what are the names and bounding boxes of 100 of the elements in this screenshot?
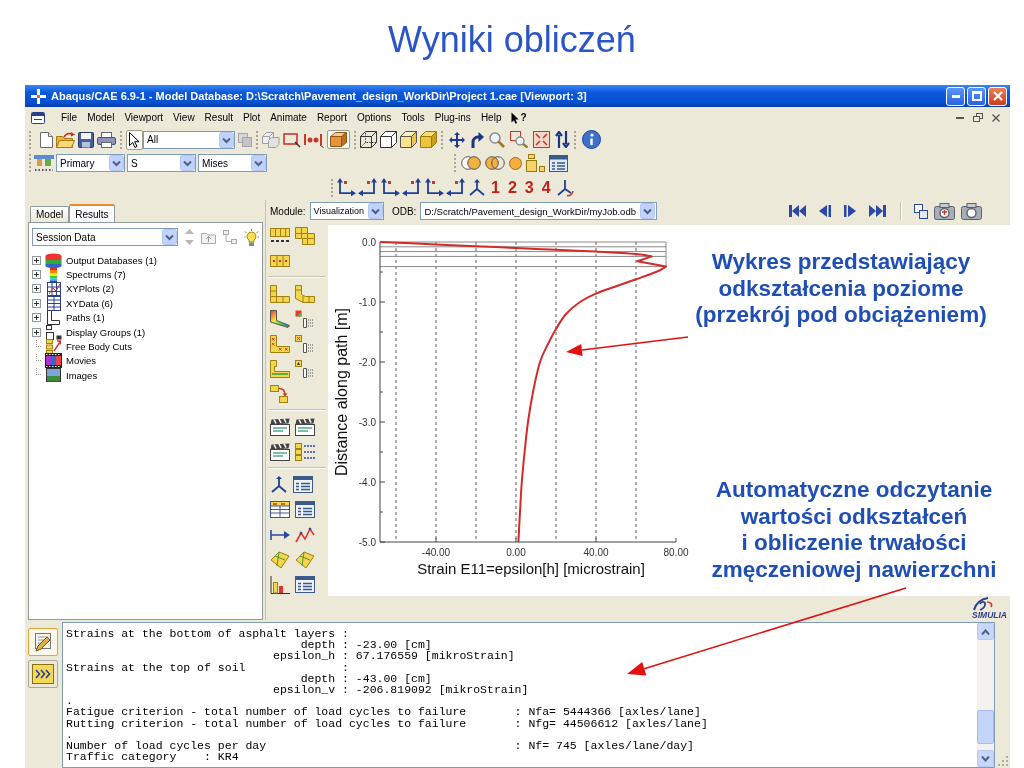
folder-up-icon[interactable]	[201, 230, 216, 244]
box-zoom-icon[interactable]	[510, 131, 528, 148]
expander-icon[interactable]	[32, 270, 41, 280]
axis-view-icon[interactable]	[358, 178, 378, 197]
tree-item[interactable]: XYPlots (2)	[66, 283, 115, 295]
tree-nodes-icon[interactable]	[223, 230, 237, 244]
view-button[interactable]: 4	[538, 178, 554, 197]
menu-item[interactable]: Viewport	[119, 110, 169, 125]
tilted-tiles-icon[interactable]	[295, 226, 315, 245]
tile-arrow-icon[interactable]	[270, 384, 288, 403]
scroll-thumb[interactable]	[977, 710, 994, 744]
view-button[interactable]: 2	[504, 178, 520, 197]
view-button[interactable]: 3	[521, 178, 537, 197]
clapperboard-icon[interactable]	[270, 442, 290, 461]
skip-to-end-icon[interactable]	[869, 205, 886, 217]
rotate-axes-icon[interactable]	[555, 178, 574, 197]
info-icon[interactable]	[582, 130, 601, 149]
tree-item[interactable]: Spectrums (7)	[66, 269, 126, 281]
view-button[interactable]: 1	[488, 178, 503, 197]
expander-icon[interactable]	[32, 313, 41, 323]
minimize-icon[interactable]	[956, 116, 964, 119]
tile-strip-icon[interactable]	[270, 227, 290, 244]
bar-chart-icon[interactable]	[270, 575, 290, 594]
camera-icon[interactable]	[934, 202, 955, 220]
menu-item[interactable]: Help	[475, 110, 507, 125]
stacked-boxes-icon[interactable]	[526, 154, 545, 172]
color-bars-icon[interactable]	[34, 154, 54, 172]
tree-item[interactable]: Output Databases (1)	[66, 254, 157, 266]
selection-filter-dropdown[interactable]: All	[143, 130, 235, 149]
tree-item[interactable]: XYData (6)	[66, 297, 113, 309]
l-tiles-icon[interactable]	[270, 284, 290, 303]
python-tab[interactable]	[28, 660, 58, 688]
tree-item[interactable]: Free Body Cuts	[66, 341, 132, 353]
select-tool-button[interactable]	[126, 129, 143, 150]
dots-frame-icon[interactable]	[304, 131, 324, 148]
expander-icon[interactable]	[32, 327, 41, 337]
table-icon[interactable]	[293, 476, 313, 493]
tile-row-icon[interactable]	[270, 254, 290, 267]
menu-item[interactable]: View	[168, 110, 200, 125]
minimize-button[interactable]	[946, 86, 965, 106]
axis-view-icon[interactable]	[380, 178, 400, 197]
new-file-icon[interactable]	[40, 131, 53, 148]
resize-grip-icon[interactable]	[997, 755, 1008, 766]
circle-icon[interactable]	[509, 156, 522, 170]
expander-icon[interactable]	[32, 284, 41, 294]
light-bulb-icon[interactable]	[244, 228, 259, 246]
wireframe-cube-icon[interactable]	[360, 131, 377, 148]
open-folder-icon[interactable]	[56, 131, 75, 148]
xy-table-icon[interactable]	[270, 501, 290, 518]
up-down-arrows-icon[interactable]	[555, 131, 570, 148]
expander-icon[interactable]	[32, 298, 41, 308]
move-arrows-icon[interactable]	[449, 131, 465, 148]
tree-item[interactable]: Paths (1)	[66, 312, 105, 324]
table-icon[interactable]	[295, 501, 315, 518]
restore-icon[interactable]	[973, 113, 983, 122]
whats-this-button[interactable]: ?	[506, 110, 532, 125]
close-button[interactable]	[988, 86, 1007, 106]
solid-cube-icon[interactable]	[420, 131, 437, 148]
cross-legend-icon[interactable]	[295, 334, 313, 353]
swatch-legend-icon[interactable]	[295, 309, 313, 328]
cross-marked-l-icon[interactable]	[270, 334, 290, 353]
stepped-l-icon[interactable]	[270, 359, 290, 378]
scroll-up-button[interactable]	[977, 623, 994, 640]
menu-item[interactable]: Options	[351, 110, 397, 125]
tree-item[interactable]: Images	[66, 369, 98, 381]
scrollbar[interactable]	[977, 623, 994, 767]
overlapping-rings-icon[interactable]	[485, 156, 505, 170]
overlapping-circles-icon[interactable]	[461, 156, 481, 170]
shaded-box-button[interactable]	[327, 130, 350, 149]
tripod-axes-icon[interactable]	[270, 475, 288, 494]
axis-view-icon[interactable]	[424, 178, 444, 197]
menu-item[interactable]: Model	[82, 110, 120, 125]
module-dropdown[interactable]: Visualization	[309, 202, 384, 220]
menu-item[interactable]: File	[56, 110, 83, 125]
maximize-button[interactable]	[967, 86, 986, 106]
magnifier-icon[interactable]	[489, 131, 505, 148]
tree-item[interactable]: Display Groups (1)	[66, 326, 146, 338]
close-icon[interactable]	[992, 113, 1000, 122]
menu-item[interactable]: Animate	[265, 110, 312, 125]
dropdown-field[interactable]: Mises	[198, 154, 267, 172]
rotate-arrow-icon[interactable]	[470, 131, 484, 148]
fit-view-icon[interactable]	[533, 131, 550, 148]
overlay-windows-icon[interactable]	[914, 203, 928, 219]
selection-box-icon[interactable]	[283, 131, 301, 148]
document-window-icon[interactable]	[31, 111, 45, 124]
expander-icon[interactable]	[32, 255, 41, 265]
axis-view-icon[interactable]	[336, 178, 356, 197]
clapperboard-icon[interactable]	[295, 417, 315, 436]
arrow-right-icon[interactable]	[270, 528, 290, 541]
messages-tab[interactable]	[28, 628, 58, 656]
step-forward-icon[interactable]	[844, 205, 856, 217]
isometric-axes-icon[interactable]	[468, 178, 486, 197]
camera-icon[interactable]	[961, 202, 982, 220]
table-icon[interactable]	[295, 576, 315, 593]
panel-tab[interactable]: Model	[30, 206, 70, 222]
scroll-down-button[interactable]	[977, 750, 994, 767]
dropdown-field[interactable]: Primary	[56, 154, 125, 172]
odb-dropdown[interactable]: D:/Scratch/Pavement_design_WorkDir/myJob.odb	[420, 202, 657, 220]
outline-cube-icon[interactable]	[380, 131, 397, 148]
window-list-icon[interactable]	[549, 154, 568, 172]
